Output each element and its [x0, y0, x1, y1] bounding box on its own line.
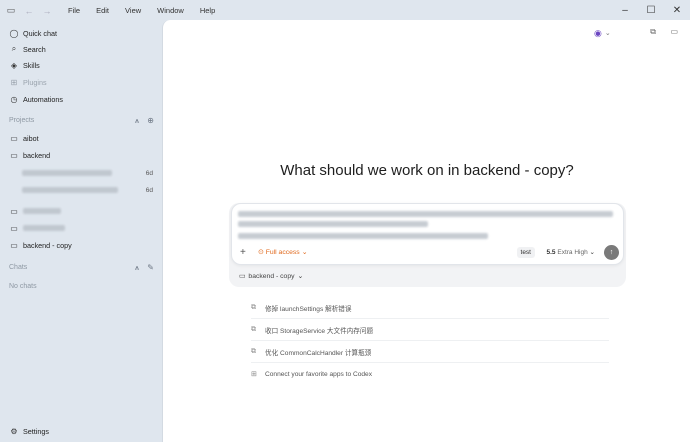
settings-label: Settings — [23, 426, 49, 436]
folder-icon: ▭ — [10, 206, 18, 216]
forward-arrow-icon[interactable]: → — [40, 4, 54, 18]
task-icon: ⧉ — [251, 325, 256, 333]
no-chats-text: No chats — [9, 283, 37, 290]
chat-bubble-icon: ◯ — [9, 28, 19, 38]
chevron-down-icon: ⌄ — [589, 249, 595, 256]
menu-bar: File Edit View Window Help — [60, 6, 223, 15]
menu-file[interactable]: File — [60, 6, 88, 15]
suggestion-label: 优化 CommonCalcHandler 计算瓶颈 — [265, 349, 372, 357]
chevron-down-icon: ⌄ — [301, 249, 308, 256]
filter-icon[interactable]: ⩚ — [135, 263, 140, 273]
send-button[interactable]: ↑ — [604, 244, 619, 260]
suggestion-item[interactable]: ⊞ Connect your favorite apps to Codex — [251, 363, 609, 385]
new-chat-icon[interactable]: ✎ — [147, 263, 154, 273]
folder-icon: ▭ — [10, 240, 18, 250]
task-icon: ⧉ — [251, 347, 256, 355]
full-access-dropdown[interactable]: ⊙ Full access ⌄ — [258, 248, 308, 257]
sidebar-item-label: Skills — [23, 60, 40, 70]
suggestion-item[interactable]: ⧉ 修掉 launchSettings 解析错误 — [251, 297, 609, 319]
project-label: aibot — [23, 133, 39, 143]
project-backend[interactable]: ▭ backend — [9, 149, 50, 161]
project-redacted[interactable]: ▭ — [9, 222, 65, 234]
reasoning-effort: Extra High — [557, 249, 588, 256]
search-icon: ⌕ — [11, 44, 17, 53]
workspace-selector[interactable]: ▭ backend - copy ⌄ — [239, 272, 304, 281]
project-backend-copy[interactable]: ▭ backend - copy — [9, 239, 72, 251]
sidebar-item-label: Plugins — [23, 77, 47, 87]
main-panel: ◉ ⌄ ⧉ ▭ What should we work on in backen… — [162, 20, 690, 442]
sidebar-toggle-icon[interactable]: ▭ — [4, 4, 18, 18]
sidebar-item-skills[interactable]: ◈ Skills — [9, 59, 40, 71]
sidebar-item-search[interactable]: ⌕ Search — [9, 43, 46, 55]
settings-button[interactable]: ⚙ Settings — [9, 425, 49, 437]
composer-input[interactable]: + ⊙ Full access ⌄ test 5.5 Extra High ⌄ … — [231, 203, 624, 265]
sidebar-item-label: Quick chat — [23, 28, 57, 38]
sidebar-item-label: Automations — [23, 94, 63, 104]
sidebar-item-quick-chat[interactable]: ◯ Quick chat — [9, 27, 57, 39]
workspace-label: backend - copy — [248, 272, 295, 280]
account-switcher[interactable]: ◉ ⌄ — [594, 27, 620, 39]
redacted-project-name — [23, 225, 65, 231]
task-icon: ⧉ — [251, 303, 256, 311]
menu-window[interactable]: Window — [149, 6, 192, 15]
window-split-icon[interactable]: ⧉ — [650, 27, 656, 37]
suggestion-item[interactable]: ⧉ 收口 StorageService 大文件内存问题 — [251, 319, 609, 341]
project-redacted[interactable]: ▭ — [9, 205, 61, 217]
chats-section-label: Chats — [9, 264, 28, 271]
folder-icon: ▭ — [10, 133, 18, 143]
thread-time: 6d — [145, 187, 153, 194]
projects-section-label: Projects — [9, 117, 35, 124]
model-version: 5.5 — [546, 249, 556, 256]
redacted-prompt — [238, 211, 613, 239]
minimize-button[interactable]: – — [612, 0, 638, 21]
back-arrow-icon[interactable]: ← — [22, 4, 36, 18]
chevron-down-icon: ⌄ — [604, 30, 611, 37]
sidebar-item-plugins[interactable]: ⊞ Plugins — [9, 76, 47, 88]
model-selector[interactable]: 5.5 Extra High ⌄ — [547, 248, 595, 256]
sidebar: ◯ Quick chat ⌕ Search ◈ Skills ⊞ Plugins… — [0, 21, 162, 442]
page-title: What should we work on in backend - copy… — [280, 162, 574, 179]
title-bar: ▭ ← → File Edit View Window Help – ☐ ✕ — [0, 0, 690, 21]
thread-item[interactable] — [22, 184, 118, 196]
grid-icon: ⊞ — [10, 77, 18, 87]
project-label: backend — [23, 150, 51, 160]
folder-icon: ▭ — [10, 223, 18, 233]
folder-icon: ▭ — [239, 273, 246, 280]
mode-tag[interactable]: test — [516, 246, 535, 258]
suggestion-label: 收口 StorageService 大文件内存问题 — [265, 327, 374, 335]
new-folder-icon[interactable]: ⊕ — [147, 116, 154, 126]
apps-grid-icon: ⊞ — [251, 371, 257, 378]
close-button[interactable]: ✕ — [664, 0, 690, 21]
chevron-down-icon: ⌄ — [297, 273, 304, 280]
menu-edit[interactable]: Edit — [88, 6, 117, 15]
thread-item[interactable] — [22, 167, 112, 179]
project-label: backend - copy — [23, 240, 72, 250]
suggestion-label: 修掉 launchSettings 解析错误 — [265, 305, 352, 313]
suggestion-item[interactable]: ⧉ 优化 CommonCalcHandler 计算瓶颈 — [251, 341, 609, 363]
warning-icon: ⊙ — [258, 249, 264, 256]
redacted-thread-title — [22, 170, 112, 176]
suggestion-label: Connect your favorite apps to Codex — [265, 370, 373, 378]
redacted-project-name — [23, 208, 61, 214]
panel-toggle-icon[interactable]: ▭ — [670, 27, 678, 36]
app-logo-icon: ◉ — [594, 27, 602, 38]
maximize-button[interactable]: ☐ — [638, 0, 664, 21]
sidebar-item-label: Search — [23, 44, 46, 54]
clock-icon: ◷ — [10, 94, 18, 104]
folder-open-icon: ▭ — [10, 150, 18, 160]
gear-icon: ⚙ — [10, 426, 18, 436]
access-label: Full access — [265, 248, 300, 256]
filter-icon[interactable]: ⩚ — [135, 116, 140, 126]
cube-icon: ◈ — [10, 60, 18, 70]
menu-view[interactable]: View — [117, 6, 149, 15]
redacted-thread-title — [22, 187, 118, 193]
menu-help[interactable]: Help — [192, 6, 223, 15]
sidebar-item-automations[interactable]: ◷ Automations — [9, 93, 63, 105]
thread-time: 6d — [145, 170, 153, 177]
add-attachment-icon[interactable]: + — [240, 247, 250, 258]
project-aibot[interactable]: ▭ aibot — [9, 132, 39, 144]
